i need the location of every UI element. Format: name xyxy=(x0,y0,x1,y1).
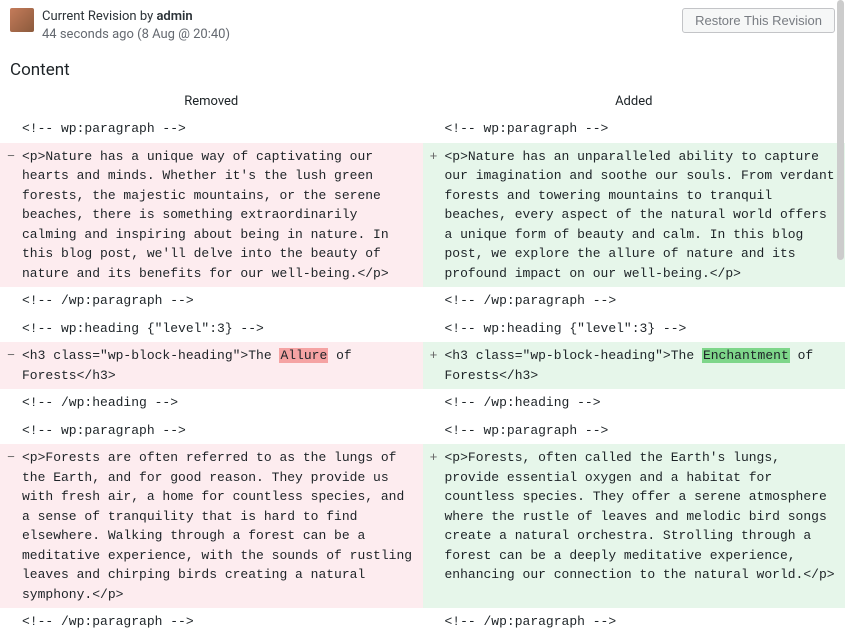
diff-gutter-left: − xyxy=(4,448,18,604)
diff-left: <!-- wp:heading {"level":3} --> xyxy=(0,315,423,343)
revision-timestamp: 44 seconds ago (8 Aug @ 20:40) xyxy=(42,26,682,44)
diff-body-right: <!-- /wp:paragraph --> xyxy=(441,612,838,632)
diff-body-left: <p>Forests are often referred to as the … xyxy=(18,448,415,604)
diff-right: <!-- wp:paragraph --> xyxy=(423,417,845,445)
diff-row: <!-- wp:heading {"level":3} --> <!-- wp:h… xyxy=(0,315,845,343)
diff-gutter-left xyxy=(4,393,18,413)
diff-body-left: <!-- /wp:heading --> xyxy=(18,393,415,413)
diff-right: <!-- wp:paragraph --> xyxy=(423,115,845,143)
scrollbar[interactable] xyxy=(837,0,844,260)
diff-gutter-right xyxy=(427,612,441,632)
inline-addition: Enchantment xyxy=(702,348,790,363)
diff-row: <!-- /wp:paragraph --> <!-- /wp:paragraph… xyxy=(0,608,845,636)
revision-title-prefix: Current Revision by xyxy=(42,9,156,24)
diff-row: <!-- /wp:paragraph --> <!-- /wp:paragraph… xyxy=(0,287,845,315)
diff-gutter-right xyxy=(427,393,441,413)
diff-left: <!-- /wp:paragraph --> xyxy=(0,287,423,315)
diff-left: −<p>Forests are often referred to as the… xyxy=(0,444,423,608)
diff-table: <!-- wp:paragraph --> <!-- wp:paragraph -… xyxy=(0,115,845,636)
diff-right: +<h3 class="wp-block-heading">The Enchan… xyxy=(423,342,845,389)
diff-left: <!-- /wp:paragraph --> xyxy=(0,608,423,636)
diff-left: <!-- wp:paragraph --> xyxy=(0,115,423,143)
revision-title: Current Revision by admin xyxy=(42,8,682,26)
removed-column-header: Removed xyxy=(0,94,423,109)
diff-gutter-left xyxy=(4,319,18,339)
diff-body-right: <!-- /wp:heading --> xyxy=(441,393,838,413)
revision-meta: Current Revision by admin 44 seconds ago… xyxy=(42,8,682,44)
diff-body-left: <!-- wp:heading {"level":3} --> xyxy=(18,319,415,339)
diff-gutter-left: − xyxy=(4,147,18,284)
revision-author: admin xyxy=(156,9,192,24)
diff-right: <!-- /wp:paragraph --> xyxy=(423,287,845,315)
diff-gutter-right: + xyxy=(427,147,441,284)
diff-left: −<p>Nature has a unique way of captivati… xyxy=(0,143,423,288)
diff-body-left: <!-- wp:paragraph --> xyxy=(18,119,415,139)
diff-body-right: <h3 class="wp-block-heading">The Enchant… xyxy=(441,346,838,385)
diff-body-right: <!-- wp:paragraph --> xyxy=(441,119,838,139)
diff-row: <!-- /wp:heading --> <!-- /wp:heading --> xyxy=(0,389,845,417)
diff-body-right: <!-- wp:paragraph --> xyxy=(441,421,838,441)
diff-gutter-left xyxy=(4,291,18,311)
diff-right: <!-- /wp:heading --> xyxy=(423,389,845,417)
diff-body-left: <p>Nature has a unique way of captivatin… xyxy=(18,147,415,284)
diff-gutter-right xyxy=(427,291,441,311)
diff-gutter-right xyxy=(427,319,441,339)
diff-left: <!-- /wp:heading --> xyxy=(0,389,423,417)
diff-row: −<h3 class="wp-block-heading">The Allure… xyxy=(0,342,845,389)
diff-gutter-left xyxy=(4,421,18,441)
diff-columns-header: Removed Added xyxy=(0,84,845,115)
diff-right: <!-- /wp:paragraph --> xyxy=(423,608,845,636)
diff-body-right: <p>Nature has an unparalleled ability to… xyxy=(441,147,838,284)
diff-body-left: <!-- /wp:paragraph --> xyxy=(18,612,415,632)
diff-gutter-right: + xyxy=(427,448,441,604)
diff-body-right: <!-- /wp:paragraph --> xyxy=(441,291,838,311)
avatar xyxy=(10,8,34,32)
diff-left: −<h3 class="wp-block-heading">The Allure… xyxy=(0,342,423,389)
added-column-header: Added xyxy=(423,94,845,109)
diff-body-left: <!-- wp:paragraph --> xyxy=(18,421,415,441)
diff-body-right: <!-- wp:heading {"level":3} --> xyxy=(441,319,838,339)
diff-right: +<p>Forests, often called the Earth's lu… xyxy=(423,444,845,608)
revision-header: Current Revision by admin 44 seconds ago… xyxy=(0,0,845,50)
diff-body-left: <!-- /wp:paragraph --> xyxy=(18,291,415,311)
diff-gutter-right xyxy=(427,119,441,139)
diff-body-left: <h3 class="wp-block-heading">The Allure … xyxy=(18,346,415,385)
diff-row: −<p>Nature has a unique way of captivati… xyxy=(0,143,845,288)
diff-row: −<p>Forests are often referred to as the… xyxy=(0,444,845,608)
diff-gutter-left: − xyxy=(4,346,18,385)
diff-left: <!-- wp:paragraph --> xyxy=(0,417,423,445)
diff-right: <!-- wp:heading {"level":3} --> xyxy=(423,315,845,343)
inline-deletion: Allure xyxy=(279,348,328,363)
diff-gutter-left xyxy=(4,612,18,632)
diff-gutter-left xyxy=(4,119,18,139)
diff-gutter-right xyxy=(427,421,441,441)
restore-revision-button[interactable]: Restore This Revision xyxy=(682,8,835,33)
diff-gutter-right: + xyxy=(427,346,441,385)
diff-row: <!-- wp:paragraph --> <!-- wp:paragraph -… xyxy=(0,417,845,445)
diff-body-right: <p>Forests, often called the Earth's lun… xyxy=(441,448,838,604)
diff-row: <!-- wp:paragraph --> <!-- wp:paragraph -… xyxy=(0,115,845,143)
section-content-label: Content xyxy=(0,50,845,80)
diff-right: +<p>Nature has an unparalleled ability t… xyxy=(423,143,845,288)
